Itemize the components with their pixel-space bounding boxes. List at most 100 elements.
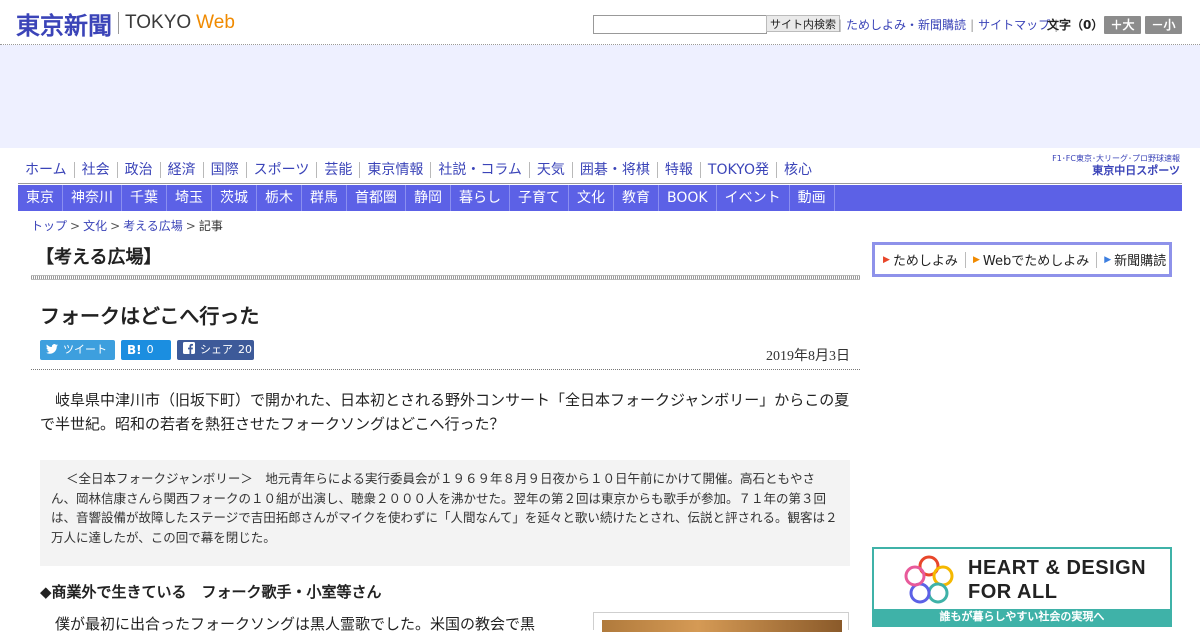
- divider: |: [970, 17, 975, 32]
- triangle-right-icon: ▶: [972, 254, 980, 265]
- region-item-kanagawa[interactable]: 神奈川: [63, 185, 122, 211]
- breadcrumb-culture[interactable]: 文化: [83, 219, 107, 233]
- region-item-kurashi[interactable]: 暮らし: [451, 185, 510, 211]
- font-size-decrease-button[interactable]: －小: [1145, 16, 1182, 34]
- region-item-saitama[interactable]: 埼玉: [167, 185, 212, 211]
- triangle-right-icon: ▶: [883, 254, 890, 265]
- logo-en-text: TOKYO: [125, 12, 192, 33]
- region-item-ibaraki[interactable]: 茨城: [212, 185, 257, 211]
- hatena-bookmark-button[interactable]: B! 0: [121, 340, 171, 360]
- nav-item-go-shogi[interactable]: 囲碁・将棋: [573, 162, 658, 178]
- header-links: | ためしよみ・新聞購読 | サイトマップ |: [834, 16, 1062, 33]
- nav-item-home[interactable]: ホーム: [18, 162, 75, 178]
- region-item-tokyo[interactable]: 東京: [18, 185, 63, 211]
- section-title: 【考える広場】: [36, 247, 162, 268]
- logo-jp-text: 東京新聞: [16, 10, 112, 40]
- region-item-event[interactable]: イベント: [717, 185, 790, 211]
- subscription-link[interactable]: ▶ 新聞購読: [1104, 250, 1166, 269]
- nav-item-politics[interactable]: 政治: [118, 162, 161, 178]
- region-item-kosodate[interactable]: 子育て: [510, 185, 569, 211]
- heart-design-banner[interactable]: HEART & DESIGN FOR ALL 誰もが暮らしやすい社会の実現へ: [872, 547, 1172, 627]
- nav-item-entertainment[interactable]: 芸能: [317, 162, 361, 178]
- site-header: 東京新聞 TOKYO Web サイト内検索 | ためしよみ・新聞購読 | サイト…: [0, 0, 1200, 45]
- banner-title-line2: FOR ALL: [968, 581, 1058, 603]
- divider: [964, 251, 966, 268]
- subscribe-links-box: ▶ ためしよみ ▶ Webでためしよみ ▶ 新聞購読: [872, 242, 1172, 277]
- trial-reading-link[interactable]: ▶ ためしよみ: [883, 250, 958, 269]
- font-size-increase-button[interactable]: ＋大: [1104, 16, 1141, 34]
- nav-item-sports[interactable]: スポーツ: [247, 162, 318, 178]
- logo-divider: [118, 12, 119, 34]
- glossary-note-text: ＜全日本フォークジャンボリー＞ 地元青年らによる実行委員会が１９６９年８月９日夜…: [51, 471, 838, 545]
- breadcrumb: トップ > 文化 > 考える広場 > 記事: [31, 217, 223, 234]
- article-photo-image: [602, 620, 842, 632]
- web-trial-reading-link[interactable]: ▶ Webでためしよみ: [973, 250, 1089, 269]
- nav-item-tokyo-hatsu[interactable]: TOKYO発: [701, 162, 777, 178]
- region-item-book[interactable]: BOOK: [659, 185, 717, 211]
- breadcrumb-kangaeru-hiroba[interactable]: 考える広場: [123, 219, 183, 233]
- web-trial-reading-label: Webでためしよみ: [982, 254, 1090, 269]
- glossary-note-box: ＜全日本フォークジャンボリー＞ 地元青年らによる実行委員会が１９６９年８月９日夜…: [40, 460, 850, 566]
- nav-item-tokyo-info[interactable]: 東京情報: [360, 162, 432, 178]
- divider: |: [838, 17, 843, 32]
- twitter-bird-icon: [46, 340, 58, 360]
- article-title: フォークはどこへ行った: [40, 304, 260, 328]
- hatena-count: 0: [146, 343, 154, 356]
- facebook-share-count: 20: [238, 343, 252, 356]
- header-link-subscribe[interactable]: ためしよみ・新聞購読: [846, 16, 966, 33]
- region-item-bunka[interactable]: 文化: [569, 185, 614, 211]
- article-lead: 岐阜県中津川市（旧坂下町）で開かれた、日本初とされる野外コンサート「全日本フォー…: [40, 391, 850, 433]
- nav-item-society[interactable]: 社会: [75, 162, 118, 178]
- nav-item-tokuho[interactable]: 特報: [658, 162, 701, 178]
- subscription-label: 新聞購読: [1114, 254, 1167, 269]
- nav-item-kakushin[interactable]: 核心: [777, 162, 819, 178]
- site-logo[interactable]: 東京新聞 TOKYO Web: [16, 9, 235, 40]
- nav-divider: [18, 183, 1182, 184]
- article-date: 2019年8月3日: [766, 349, 850, 364]
- nav-item-international[interactable]: 国際: [204, 162, 247, 178]
- breadcrumb-separator: >: [185, 219, 196, 233]
- triangle-right-icon: ▶: [1104, 254, 1112, 265]
- breadcrumb-separator: >: [110, 219, 121, 233]
- tweet-button[interactable]: ツイート: [40, 340, 115, 360]
- chunichi-sports-name: 東京中日スポーツ: [1092, 164, 1180, 177]
- top-ad-area: [0, 45, 1200, 148]
- heart-design-flower-icon: [902, 554, 956, 608]
- region-item-shizuoka[interactable]: 静岡: [406, 185, 451, 211]
- trial-reading-label: ためしよみ: [892, 254, 958, 269]
- title-divider: [31, 369, 860, 371]
- breadcrumb-separator: >: [70, 219, 81, 233]
- global-nav: ホーム 社会 政治 経済 国際 スポーツ 芸能 東京情報 社説・コラム 天気 囲…: [18, 156, 819, 184]
- facebook-share-label: シェア: [200, 343, 233, 356]
- nav-item-economy[interactable]: 経済: [161, 162, 204, 178]
- region-item-kyoiku[interactable]: 教育: [614, 185, 659, 211]
- site-search-input[interactable]: [593, 15, 767, 34]
- nav-item-weather[interactable]: 天気: [530, 162, 573, 178]
- site-search-button[interactable]: サイト内検索: [766, 15, 840, 32]
- regional-nav: 東京 神奈川 千葉 埼玉 茨城 栃木 群馬 首都圏 静岡 暮らし 子育て 文化 …: [18, 185, 1182, 211]
- facebook-icon: [183, 340, 195, 360]
- chunichi-sports-link[interactable]: F1･FC東京･大リーグ･プロ野球速報 東京中日スポーツ: [1028, 154, 1180, 180]
- article-subhead: ◆商業外で生きている フォーク歌手・小室等さん: [40, 583, 382, 601]
- facebook-share-button[interactable]: シェア 20: [177, 340, 254, 360]
- header-link-sitemap[interactable]: サイトマップ: [978, 16, 1050, 33]
- region-item-tochigi[interactable]: 栃木: [257, 185, 302, 211]
- nav-item-editorial[interactable]: 社説・コラム: [431, 162, 530, 178]
- region-item-video[interactable]: 動画: [790, 185, 835, 211]
- logo-web-text: Web: [196, 12, 235, 33]
- banner-caption: 誰もが暮らしやすい社会の実現へ: [874, 609, 1170, 625]
- section-rule: [31, 275, 860, 280]
- hatena-bookmark-icon: B!: [127, 343, 142, 357]
- chunichi-sports-tagline: F1･FC東京･大リーグ･プロ野球速報: [1052, 154, 1180, 163]
- region-item-chiba[interactable]: 千葉: [122, 185, 167, 211]
- breadcrumb-top[interactable]: トップ: [31, 219, 67, 233]
- banner-title-line1: HEART & DESIGN: [968, 557, 1147, 579]
- region-item-shutoken[interactable]: 首都圏: [347, 185, 406, 211]
- article-body-paragraph: 僕が最初に出合ったフォークソングは黒人霊歌でした。米国の教会で黒: [55, 615, 536, 633]
- region-item-gunma[interactable]: 群馬: [302, 185, 347, 211]
- tweet-label: ツイート: [63, 343, 107, 356]
- font-size-label: 文字（0）: [1047, 18, 1104, 32]
- divider: [1096, 251, 1098, 268]
- article-photo: [593, 612, 849, 632]
- breadcrumb-current: 記事: [198, 219, 223, 233]
